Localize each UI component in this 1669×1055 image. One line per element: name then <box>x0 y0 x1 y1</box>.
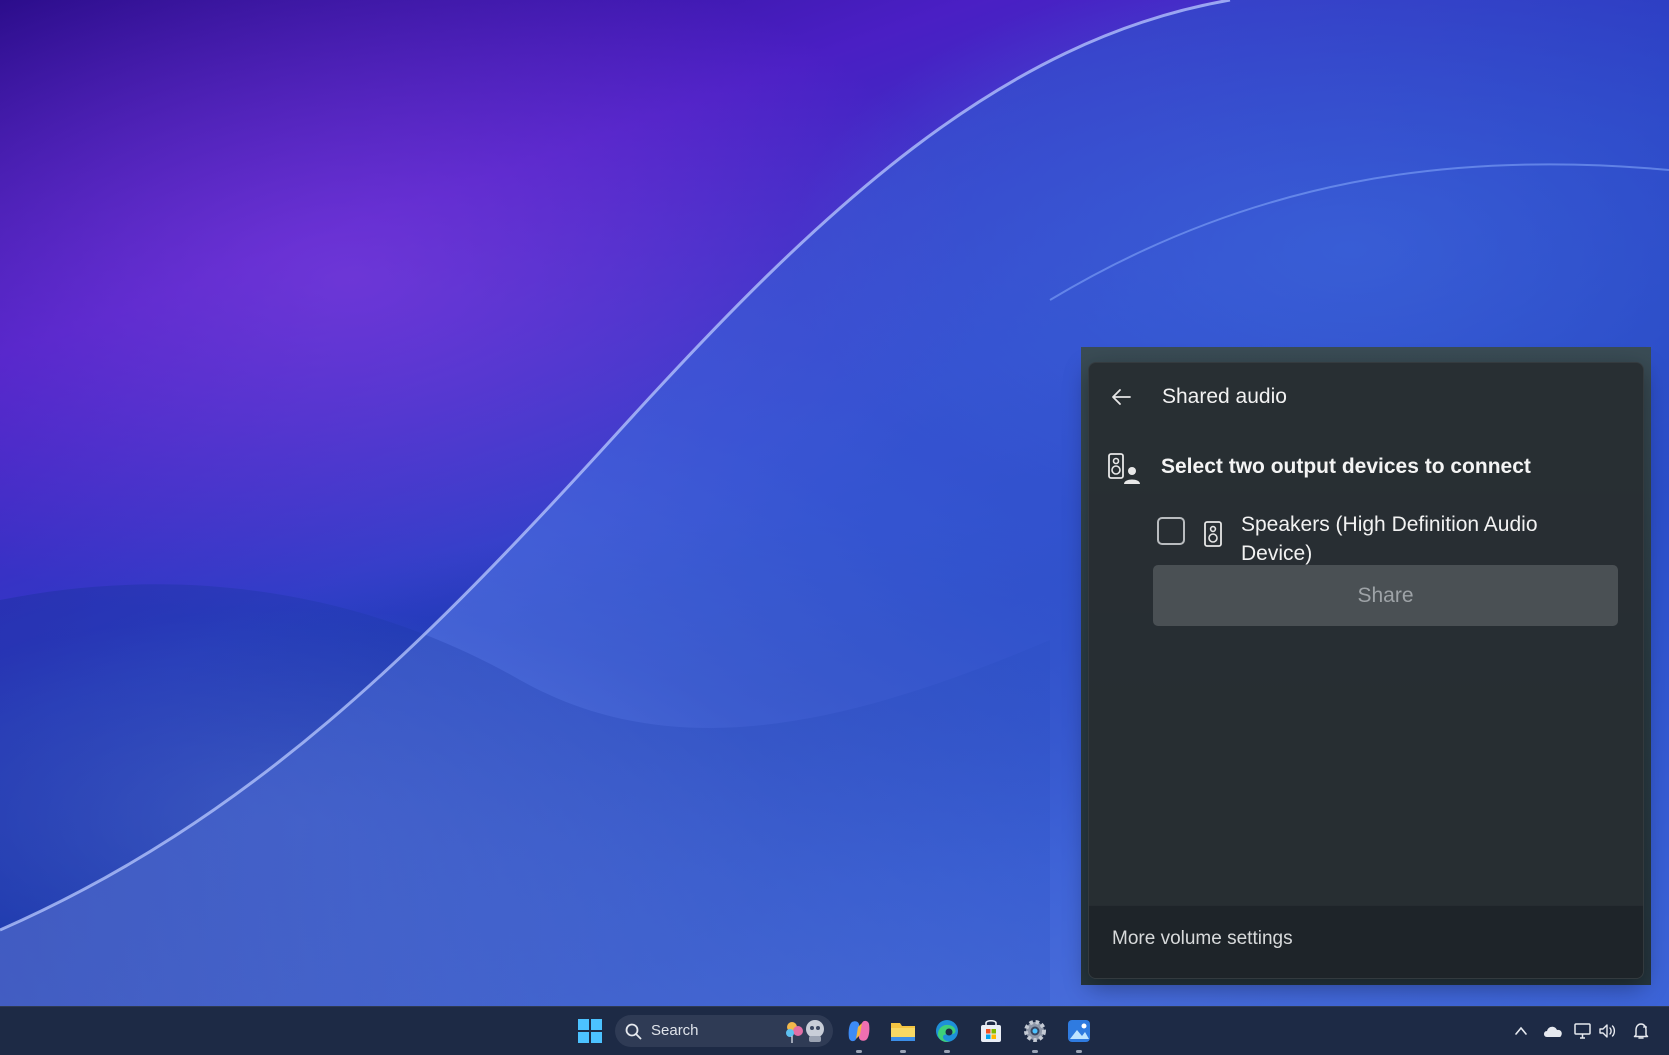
speaker-icon <box>1204 521 1222 547</box>
taskbar-search[interactable]: Search <box>615 1015 833 1047</box>
device-checkbox[interactable] <box>1157 517 1185 545</box>
volume-icon <box>1599 1024 1616 1038</box>
settings-button[interactable] <box>1019 1015 1051 1053</box>
search-label: Search <box>651 1022 699 1039</box>
running-indicator <box>944 1050 950 1053</box>
onedrive-button[interactable] <box>1541 1019 1565 1043</box>
show-hidden-icons-button[interactable] <box>1509 1019 1533 1043</box>
back-button[interactable] <box>1105 381 1137 413</box>
file-explorer-button[interactable] <box>887 1015 919 1053</box>
share-button[interactable]: Share <box>1153 565 1618 626</box>
store-icon <box>981 1019 1001 1042</box>
network-icon <box>1574 1023 1591 1039</box>
section-heading: Select two output devices to connect <box>1161 455 1531 478</box>
arrow-left-icon <box>1112 389 1131 405</box>
store-button[interactable] <box>975 1015 1007 1047</box>
start-icon <box>578 1019 602 1043</box>
taskbar: Search <box>0 1006 1669 1055</box>
chevron-up-icon <box>1515 1026 1527 1035</box>
settings-icon <box>1024 1020 1046 1042</box>
network-button[interactable] <box>1571 1019 1595 1043</box>
search-icon <box>625 1023 642 1040</box>
running-indicator <box>1076 1050 1082 1053</box>
flyout-footer: More volume settings <box>1089 905 1643 978</box>
volume-button[interactable] <box>1596 1019 1620 1043</box>
device-label: Speakers (High Definition Audio Device) <box>1241 513 1538 565</box>
search-highlight-icon <box>786 1020 824 1043</box>
start-button[interactable] <box>574 1015 606 1047</box>
onedrive-icon <box>1544 1026 1562 1037</box>
running-indicator <box>1032 1050 1038 1053</box>
photos-icon <box>1068 1020 1090 1042</box>
copilot-icon <box>848 1020 870 1042</box>
photos-button[interactable] <box>1063 1015 1095 1053</box>
shared-audio-flyout: Shared audio Select two output devices t… <box>1088 362 1644 979</box>
more-volume-settings-link[interactable]: More volume settings <box>1112 928 1293 950</box>
running-indicator <box>856 1050 862 1053</box>
edge-icon <box>936 1020 958 1042</box>
copilot-button[interactable] <box>843 1015 875 1053</box>
file-explorer-icon <box>891 1023 915 1041</box>
notification-button[interactable] <box>1629 1019 1653 1043</box>
shared-speakers-icon <box>1108 453 1140 484</box>
running-indicator <box>900 1050 906 1053</box>
notification-icon <box>1633 1023 1649 1039</box>
edge-button[interactable] <box>931 1015 963 1053</box>
flyout-title: Shared audio <box>1162 385 1287 408</box>
